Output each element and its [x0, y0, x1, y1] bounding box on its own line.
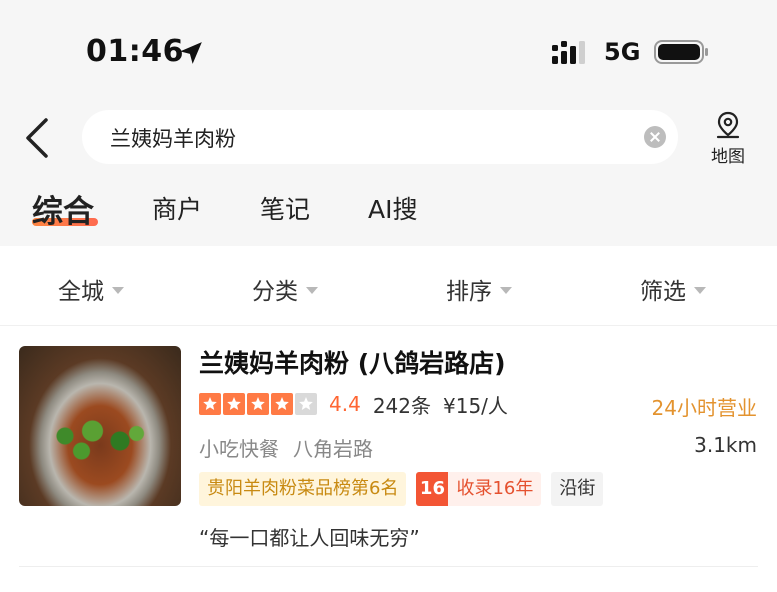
caret-down-icon	[500, 287, 512, 294]
listed-years-tag: 16 收录16年	[416, 472, 542, 506]
map-button[interactable]: 地图	[704, 110, 752, 167]
caret-down-icon	[112, 287, 124, 294]
category-label: 小吃快餐	[199, 437, 279, 461]
result-card[interactable]: 兰姨妈羊肉粉 (八鸽岩路店) 4.4 242条 ¥15/人 24小时营业 小吃快…	[0, 326, 777, 592]
area-label: 八角岩路	[293, 437, 373, 461]
filter-city-label: 全城	[58, 279, 104, 305]
business-hours: 24小时营业	[651, 396, 757, 420]
caret-down-icon	[306, 287, 318, 294]
clear-search-icon[interactable]	[644, 126, 666, 148]
star-filled-icon	[247, 393, 269, 415]
distance: 3.1km	[694, 433, 757, 457]
filter-category-label: 分类	[252, 279, 298, 305]
filter-screen-label: 筛选	[640, 279, 686, 305]
divider	[19, 566, 758, 567]
cellular-signal-icon	[552, 41, 585, 64]
tab-overall[interactable]: 综合	[32, 186, 94, 231]
star-empty-icon	[295, 393, 317, 415]
search-input[interactable]: 兰姨妈羊肉粉	[110, 123, 236, 153]
price-per-person: ¥15/人	[443, 393, 508, 418]
filter-sort-label: 排序	[446, 279, 492, 305]
filter-bar: 全城 分类 排序 筛选	[0, 246, 777, 326]
years-badge: 16	[416, 472, 449, 506]
network-type: 5G	[604, 38, 641, 66]
street-tag: 沿街	[551, 472, 604, 506]
star-filled-icon	[223, 393, 245, 415]
battery-icon	[654, 40, 708, 64]
shop-thumbnail[interactable]	[19, 346, 181, 506]
star-filled-icon	[271, 393, 293, 415]
back-arrow-icon[interactable]	[22, 116, 52, 160]
rating-row: 4.4 242条 ¥15/人	[199, 391, 508, 418]
map-label: 地图	[711, 147, 745, 167]
location-arrow-icon	[180, 42, 202, 64]
years-text: 收录16年	[456, 478, 534, 499]
tab-ai-search[interactable]: AI搜	[368, 190, 417, 226]
status-bar: 01:46 5G	[0, 0, 777, 100]
category-row: 小吃快餐 八角岩路	[199, 433, 373, 462]
tag-list: 贵阳羊肉粉菜品榜第6名 16 收录16年 沿街	[199, 472, 613, 506]
shop-name[interactable]: 兰姨妈羊肉粉 (八鸽岩路店)	[199, 344, 506, 380]
filter-category[interactable]: 分类	[252, 272, 318, 306]
star-filled-icon	[199, 393, 221, 415]
search-bar[interactable]: 兰姨妈羊肉粉	[82, 110, 678, 164]
status-time: 01:46	[86, 34, 184, 69]
star-rating	[199, 393, 319, 415]
rating-score: 4.4	[329, 392, 361, 416]
rank-tag[interactable]: 贵阳羊肉粉菜品榜第6名	[199, 472, 407, 506]
tab-merchants[interactable]: 商户	[152, 190, 202, 226]
review-count: 242条	[372, 393, 431, 418]
filter-screen[interactable]: 筛选	[640, 272, 706, 306]
filter-city[interactable]: 全城	[58, 272, 124, 306]
caret-down-icon	[694, 287, 706, 294]
tab-notes[interactable]: 笔记	[260, 190, 310, 226]
map-pin-icon	[716, 111, 740, 139]
filter-sort[interactable]: 排序	[446, 272, 512, 306]
review-quote: “每一口都让人回味无穷”	[199, 526, 420, 550]
